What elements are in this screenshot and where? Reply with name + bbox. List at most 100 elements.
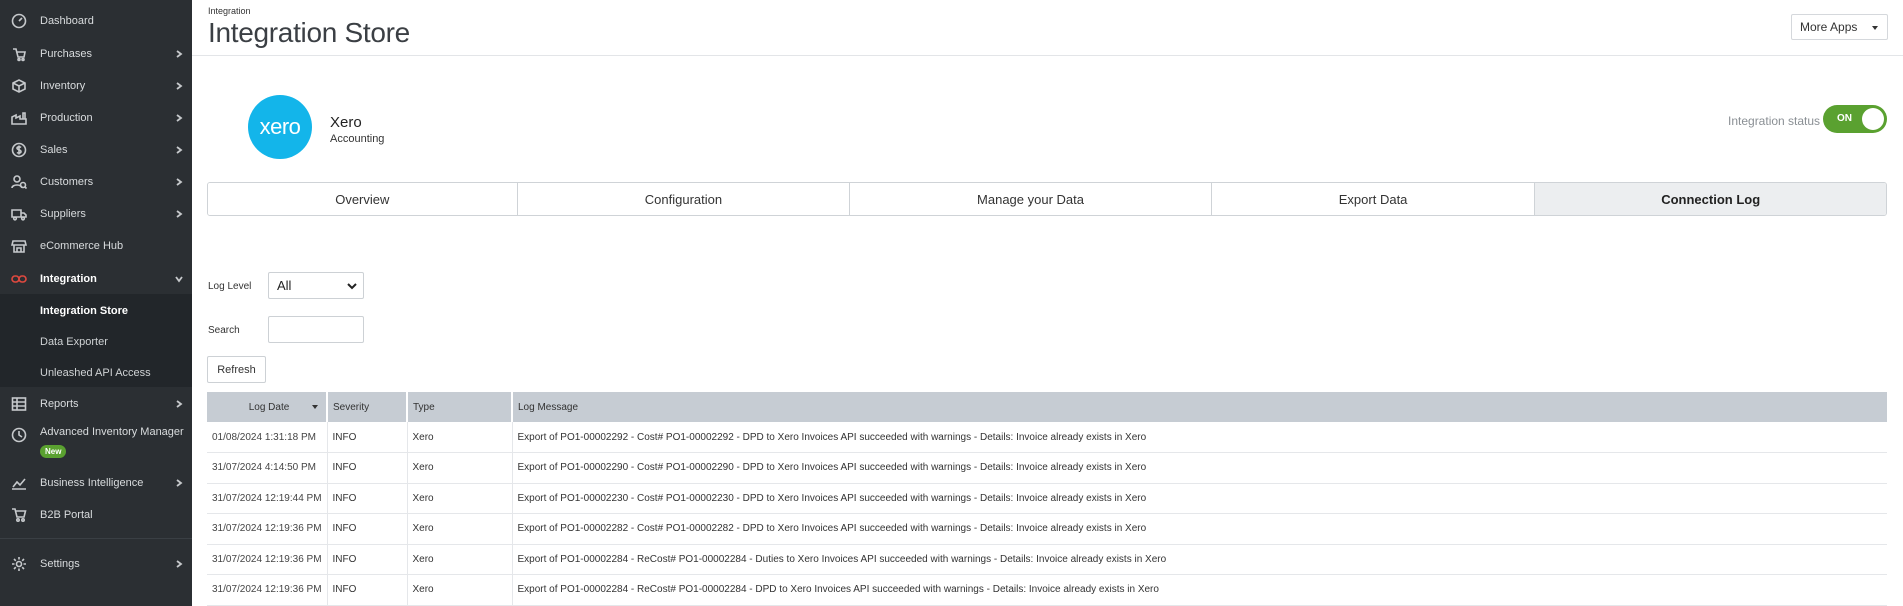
chevron-right-icon <box>174 49 184 59</box>
table-row[interactable]: 31/07/2024 12:19:36 PM INFO Xero Export … <box>207 574 1887 606</box>
sidebar-item-label: eCommerce Hub <box>40 240 124 252</box>
advanced-inventory-icon <box>10 426 28 444</box>
cell-log-date: 31/07/2024 12:19:44 PM <box>207 483 328 514</box>
cell-severity: INFO <box>327 483 408 514</box>
cell-log-date: 01/08/2024 1:31:18 PM <box>207 422 328 453</box>
cell-log-date: 31/07/2024 12:19:36 PM <box>207 574 328 606</box>
caret-down-icon <box>1872 26 1878 30</box>
toggle-knob <box>1862 108 1884 130</box>
tab-connection-log[interactable]: Connection Log <box>1535 183 1886 215</box>
sidebar-subitem-integration-store[interactable]: Integration Store <box>40 305 128 317</box>
table-row[interactable]: 31/07/2024 4:14:50 PM INFO Xero Export o… <box>207 452 1887 484</box>
search-input[interactable] <box>268 316 364 343</box>
sidebar-item-label: Production <box>40 112 93 124</box>
log-level-value: All <box>277 278 292 293</box>
sidebar-item-production[interactable]: Production <box>0 102 192 134</box>
page-title: Integration Store <box>208 17 410 48</box>
more-apps-button[interactable]: More Apps <box>1791 14 1888 40</box>
chevron-right-icon <box>174 177 184 187</box>
column-header-severity[interactable]: Severity <box>327 392 408 422</box>
sidebar-divider <box>0 538 192 539</box>
cell-log-message: Export of PO1-00002290 - Cost# PO1-00002… <box>512 452 1887 484</box>
production-icon <box>10 109 28 127</box>
sidebar-item-business-intelligence[interactable]: Business Intelligence <box>0 467 192 499</box>
new-badge: New <box>40 445 67 458</box>
integration-status-toggle[interactable]: ON <box>1823 105 1887 133</box>
sidebar-item-ecommerce-hub[interactable]: eCommerce Hub <box>0 230 192 262</box>
inventory-icon <box>10 77 28 95</box>
table-row[interactable]: 31/07/2024 12:19:36 PM INFO Xero Export … <box>207 513 1887 545</box>
cell-type: Xero <box>407 544 513 575</box>
sidebar-item-customers[interactable]: Customers <box>0 166 192 198</box>
main-content: Integration Integration Store More Apps … <box>192 0 1903 606</box>
b2b-portal-icon <box>10 506 28 524</box>
logo-text: xero <box>259 114 301 139</box>
cell-severity: INFO <box>327 574 408 606</box>
sidebar-item-label: Dashboard <box>40 15 94 27</box>
tab-bar: Overview Configuration Manage your Data … <box>207 182 1887 216</box>
sidebar-item-label: Settings <box>40 558 80 570</box>
cell-severity: INFO <box>327 513 408 545</box>
sidebar-item-advanced-inventory-manager[interactable]: Advanced Inventory Manager <box>0 420 192 450</box>
chevron-down-icon <box>347 283 357 290</box>
sidebar-item-dashboard[interactable]: Dashboard <box>0 5 192 37</box>
sidebar-subitem-api-access[interactable]: Unleashed API Access <box>40 367 151 379</box>
sidebar-item-label: Inventory <box>40 80 86 92</box>
sort-desc-icon <box>312 405 318 409</box>
column-header-log-message[interactable]: Log Message <box>512 392 1887 422</box>
sidebar-item-label: Suppliers <box>40 208 86 220</box>
sidebar-item-settings[interactable]: Settings <box>0 548 192 580</box>
sidebar-item-sales[interactable]: Sales <box>0 134 192 166</box>
cell-type: Xero <box>407 513 513 545</box>
table-row[interactable]: 01/08/2024 1:31:18 PM INFO Xero Export o… <box>207 422 1887 453</box>
tab-configuration[interactable]: Configuration <box>517 183 851 215</box>
sidebar-item-suppliers[interactable]: Suppliers <box>0 198 192 230</box>
sidebar-item-label: Advanced Inventory Manager <box>40 426 184 438</box>
dashboard-icon <box>10 12 28 30</box>
cell-log-date: 31/07/2024 12:19:36 PM <box>207 544 328 575</box>
chevron-right-icon <box>174 209 184 219</box>
cell-type: Xero <box>407 574 513 606</box>
tab-manage-your-data[interactable]: Manage your Data <box>850 183 1212 215</box>
chevron-right-icon <box>174 145 184 155</box>
sidebar-item-label: Sales <box>40 144 68 156</box>
column-header-type[interactable]: Type <box>407 392 513 422</box>
sidebar-item-reports[interactable]: Reports <box>0 388 192 420</box>
connection-log-table: Log Date Severity Type Log Message 01/08… <box>207 392 1887 606</box>
breadcrumb[interactable]: Integration <box>208 6 251 16</box>
integration-icon <box>10 270 28 288</box>
tab-export-data[interactable]: Export Data <box>1211 183 1536 215</box>
column-header-log-date[interactable]: Log Date <box>207 392 328 422</box>
sidebar-item-b2b-portal[interactable]: B2B Portal <box>0 499 192 531</box>
cell-severity: INFO <box>327 452 408 484</box>
cell-log-message: Export of PO1-00002282 - Cost# PO1-00002… <box>512 513 1887 545</box>
search-label: Search <box>208 325 240 336</box>
chevron-right-icon <box>174 81 184 91</box>
ecommerce-icon <box>10 237 28 255</box>
sidebar-item-integration[interactable]: Integration <box>0 263 192 295</box>
business-intelligence-icon <box>10 474 28 492</box>
suppliers-icon <box>10 205 28 223</box>
sidebar-item-purchases[interactable]: Purchases <box>0 38 192 70</box>
table-row[interactable]: 31/07/2024 12:19:44 PM INFO Xero Export … <box>207 483 1887 514</box>
cell-log-date: 31/07/2024 12:19:36 PM <box>207 513 328 545</box>
chevron-right-icon <box>174 399 184 409</box>
header-divider <box>192 55 1903 56</box>
cell-log-message: Export of PO1-00002230 - Cost# PO1-00002… <box>512 483 1887 514</box>
log-level-label: Log Level <box>208 281 252 292</box>
integration-status-label: Integration status <box>1728 114 1821 128</box>
log-level-select[interactable]: All <box>268 272 364 299</box>
cell-log-date: 31/07/2024 4:14:50 PM <box>207 452 328 484</box>
cell-log-message: Export of PO1-00002292 - Cost# PO1-00002… <box>512 422 1887 453</box>
sidebar-subitem-data-exporter[interactable]: Data Exporter <box>40 336 108 348</box>
tab-overview[interactable]: Overview <box>208 183 518 215</box>
sidebar-item-inventory[interactable]: Inventory <box>0 70 192 102</box>
column-header-label: Log Date <box>248 401 290 413</box>
cell-type: Xero <box>407 483 513 514</box>
refresh-button[interactable]: Refresh <box>207 356 266 383</box>
table-row[interactable]: 31/07/2024 12:19:36 PM INFO Xero Export … <box>207 544 1887 575</box>
settings-icon <box>10 555 28 573</box>
cell-log-message: Export of PO1-00002284 - ReCost# PO1-000… <box>512 574 1887 606</box>
more-apps-label: More Apps <box>1800 20 1858 34</box>
app-category: Accounting <box>330 133 385 145</box>
